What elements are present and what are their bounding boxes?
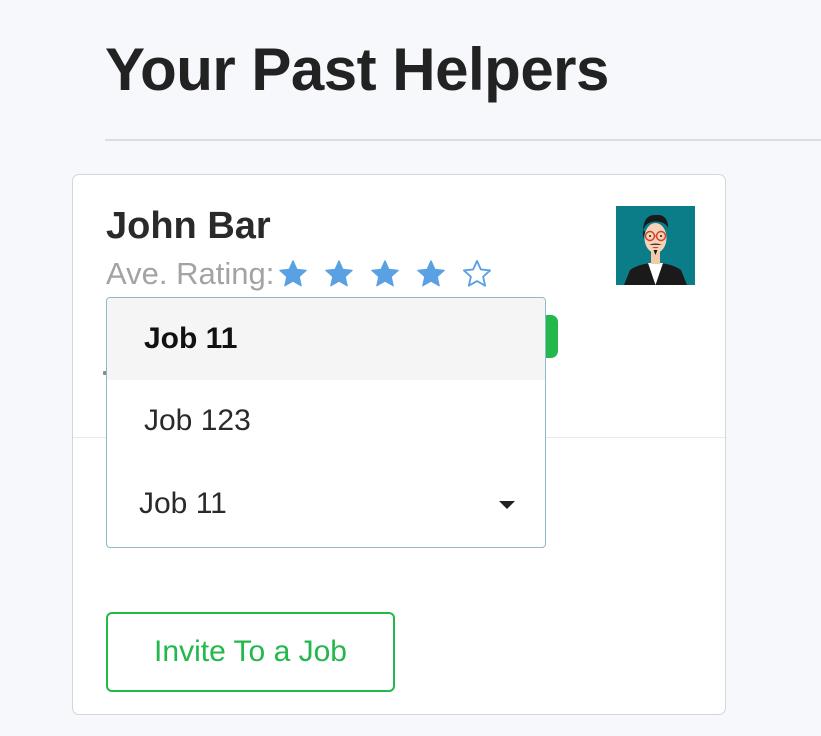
helper-avatar: [616, 206, 695, 285]
rating-label: Ave. Rating:: [106, 256, 275, 291]
person-avatar-icon: [616, 206, 695, 285]
star-5-icon: [463, 260, 492, 287]
helper-name: John Bar: [106, 205, 271, 247]
star-3-icon: [371, 260, 400, 287]
star-1-icon: [279, 260, 308, 287]
invite-to-job-button[interactable]: Invite To a Job: [106, 612, 395, 692]
rating-row: Ave. Rating:: [106, 253, 507, 295]
job-select-dropdown[interactable]: Job 11 Job 123 Job 11: [106, 297, 546, 548]
job-option-2[interactable]: Job 123: [107, 380, 545, 462]
title-divider: [105, 139, 821, 141]
job-option-1[interactable]: Job 11: [107, 298, 545, 380]
rating-stars: [277, 258, 507, 290]
helper-card: John Bar Ave. Rating: Job 11 Job 123 Job…: [72, 174, 726, 715]
page-title: Your Past Helpers: [105, 36, 609, 103]
caret-down-icon[interactable]: [499, 501, 515, 509]
job-select-value: Job 11: [139, 487, 227, 520]
star-4-icon: [417, 260, 446, 287]
star-2-icon: [325, 260, 354, 287]
job-select-value-row[interactable]: Job 11: [107, 462, 545, 546]
